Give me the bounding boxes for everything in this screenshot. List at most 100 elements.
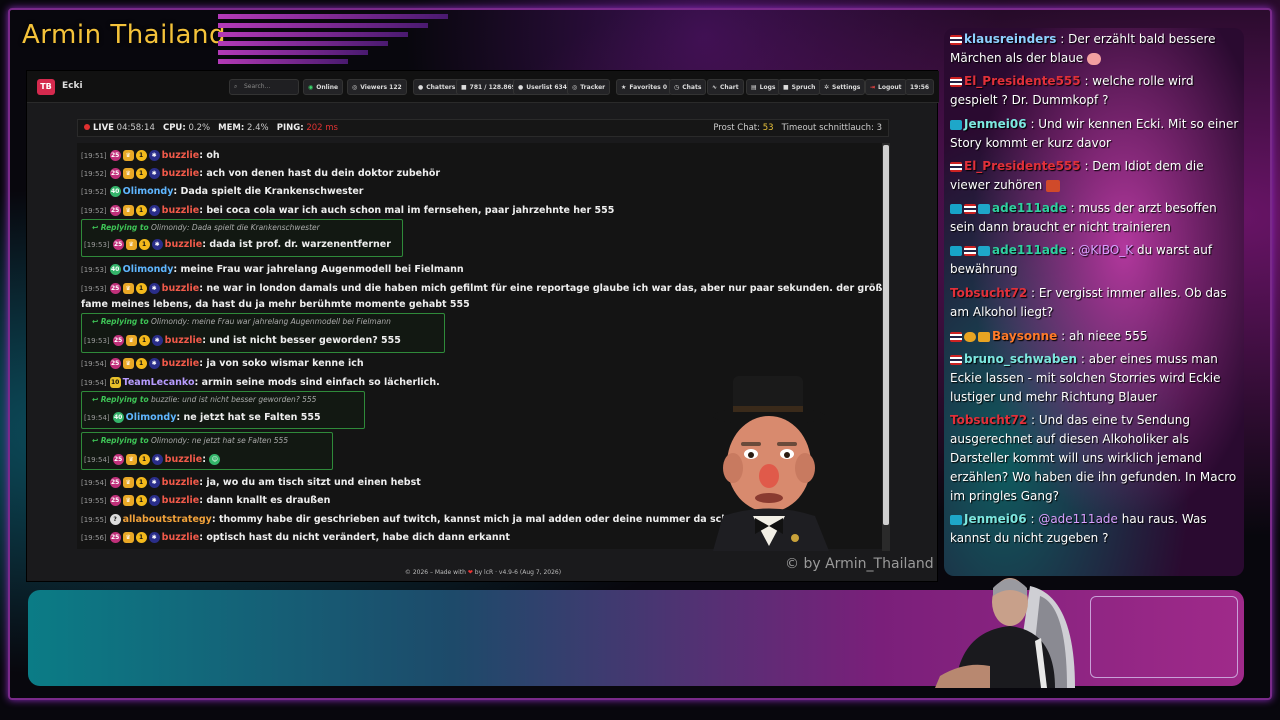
username[interactable]: allaboutstrategy: [123, 514, 212, 525]
chat-message[interactable]: [19:55] 25 ♛ 1 ✱ buzzlie: dann knallt es drau…: [81, 494, 330, 508]
username[interactable]: buzzlie: [162, 168, 200, 179]
app-logo[interactable]: TB: [37, 79, 55, 95]
prost-label: Prost Chat:: [713, 123, 761, 133]
chat-message[interactable]: [19:53] 25 ♛ 1 ✱ buzzlie: und ist nicht besse…: [84, 334, 401, 348]
nav-chart[interactable]: ∿ Chart: [707, 79, 744, 95]
nav-settings[interactable]: ✲ Settings: [819, 79, 866, 95]
cpu-value: 0.2%: [188, 123, 211, 133]
username[interactable]: Olimondy: [123, 186, 174, 197]
chat-message[interactable]: [19:54] 25 ♛ 1 ✱ buzzlie: ja von soko wismar …: [81, 357, 364, 371]
nav-messages[interactable]: ■ 781 / 128.869: [456, 79, 521, 95]
chat-message[interactable]: [19:56] 25 ♛ 1 ✱ buzzlie: optisch hast du nic…: [81, 531, 510, 545]
username[interactable]: Olimondy: [123, 264, 174, 275]
nav-userlist[interactable]: ● Userlist 634: [513, 79, 572, 95]
wifi-icon: ◉: [308, 84, 314, 91]
timestamp: [19:54]: [81, 360, 107, 368]
sub-badge-icon: 10: [109, 377, 121, 388]
nav-online[interactable]: ◉ Online: [303, 79, 344, 95]
reply-context: ↩ Replying to Olimondy: meine Frau war j…: [92, 317, 391, 326]
flag-icon: [964, 203, 976, 214]
sub-badge-icon: 25: [109, 150, 121, 161]
nav-tracker[interactable]: ◎ Tracker: [567, 79, 611, 95]
chat-message-continuation: fame meines lebens, da hast du ja mehr b…: [81, 298, 470, 311]
chat-message[interactable]: [19:53] 40 Olimondy: meine Frau war jahrel…: [81, 263, 464, 277]
gift-badge-icon: 1: [135, 150, 147, 161]
username[interactable]: buzzlie: [162, 358, 200, 369]
chat-message[interactable]: [19:54] 40 Olimondy: ne jetzt hat se Falte…: [84, 411, 321, 425]
heart-icon: ❤: [467, 569, 473, 576]
uk-flag-badge-icon: ✱: [148, 150, 160, 161]
chat-message[interactable]: [19:51] 25 ♛ 1 ✱ buzzlie: oh: [81, 149, 220, 163]
username[interactable]: buzzlie: [162, 477, 200, 488]
message-text: meine Frau war jahrelang Augenmodell bei…: [180, 264, 464, 275]
username[interactable]: TeamLecanko: [123, 377, 195, 388]
username[interactable]: buzzlie: [162, 205, 200, 216]
message-text: optisch hast du nicht verändert, habe di…: [206, 532, 510, 543]
chat-scrollbar[interactable]: [882, 143, 890, 551]
chat-message[interactable]: [19:54] 25 ♛ 1 ✱ buzzlie: ☺: [84, 453, 222, 467]
sub-badge-icon: [950, 514, 962, 525]
gift-badge-icon: 1: [135, 168, 147, 179]
chat-message[interactable]: [19:52] 25 ♛ 1 ✱ buzzlie: ach von denen hast …: [81, 167, 440, 181]
chat-message[interactable]: [19:55]? allaboutstrategy: thommy habe di…: [81, 513, 762, 527]
reply-block[interactable]: ↩ Replying to buzzlie: und ist nicht bes…: [81, 391, 365, 429]
flag-icon: [950, 354, 962, 365]
chat-message[interactable]: [19:53] 25 ♛ 1 ✱ buzzlie: ne war in london da…: [81, 282, 883, 296]
user-icon: ●: [518, 84, 524, 91]
reply-block[interactable]: ↩ Replying to Olimondy: meine Frau war j…: [81, 313, 445, 353]
username[interactable]: Olimondy: [126, 412, 177, 423]
nav-bar: TB Ecki ⌕ Search... ◉ Online ◎ Viewers 122…: [27, 71, 939, 103]
nav-favorites[interactable]: ★ Favorites 0: [616, 79, 673, 95]
gear-icon: ✲: [824, 84, 830, 91]
gift-badge-icon: 1: [138, 239, 150, 250]
nav-spruch[interactable]: ■ Spruch: [778, 79, 821, 95]
username[interactable]: buzzlie: [165, 239, 203, 250]
chat-message[interactable]: [19:54] 25 ♛ 1 ✱ buzzlie: ja, wo du am tisch …: [81, 476, 421, 490]
prost-value: 53: [762, 123, 774, 133]
username[interactable]: buzzlie: [165, 335, 203, 346]
username[interactable]: buzzlie: [162, 283, 200, 294]
stream-chat-message: Jenmei06 : @ade111ade hau raus. Was kann…: [950, 510, 1240, 548]
chat-message[interactable]: [19:53] 25 ♛ 1 ✱ buzzlie: dada ist prof. dr. …: [84, 238, 391, 252]
search-input[interactable]: ⌕ Search...: [229, 79, 299, 95]
chat-message[interactable]: [19:52] 40 Olimondy: Dada spielt die Krank…: [81, 185, 364, 199]
username[interactable]: buzzlie: [162, 495, 200, 506]
nav-chats[interactable]: ◷ Chats: [669, 79, 707, 95]
nav-label: Spruch: [791, 84, 816, 91]
uk-flag-badge-icon: ✱: [151, 239, 163, 250]
reply-icon: ↩: [92, 223, 99, 232]
crown-badge-icon: ♛: [122, 283, 134, 294]
message-text: oh: [206, 150, 220, 161]
timestamp: [19:54]: [81, 479, 107, 487]
nav-logs[interactable]: ▤ Logs: [746, 79, 781, 95]
username[interactable]: buzzlie: [165, 454, 203, 465]
timeout-label: Timeout schnittlauch:: [781, 123, 874, 133]
scrollbar-thumb[interactable]: [883, 145, 889, 525]
timestamp: [19:53]: [84, 337, 110, 345]
reply-block[interactable]: ↩ Replying to Olimondy: Dada spielt die …: [81, 219, 403, 257]
uk-flag-badge-icon: ✱: [148, 495, 160, 506]
reply-block[interactable]: ↩ Replying to Olimondy: ne jetzt hat se …: [81, 432, 333, 470]
live-label: LIVE: [93, 123, 114, 133]
crown-badge-icon: ♛: [122, 477, 134, 488]
quote-icon: ■: [783, 84, 789, 91]
crown-badge-icon: ♛: [122, 532, 134, 543]
history-icon: ◷: [674, 84, 680, 91]
nav-label: Settings: [832, 84, 861, 91]
username: Baysonne: [992, 329, 1058, 343]
nav-label: Logout: [878, 84, 902, 91]
stream-chat-message: Jenmei06 : Und wir kennen Ecki. Mit so e…: [950, 115, 1240, 153]
nav-logout[interactable]: ⇥ Logout: [865, 79, 907, 95]
username[interactable]: buzzlie: [162, 532, 200, 543]
nav-viewers[interactable]: ◎ Viewers 122: [347, 79, 407, 95]
timestamp: [19:54]: [84, 414, 110, 422]
username: Tobsucht72: [950, 413, 1028, 427]
chat-message[interactable]: [19:52] 25 ♛ 1 ✱ buzzlie: bei coca cola war i…: [81, 204, 614, 218]
stream-chat-message: El_Presidente555 : Dem Idiot dem die vie…: [950, 157, 1240, 195]
message-text: dada ist prof. dr. warzenentferner: [209, 239, 391, 250]
chat-message[interactable]: [19:54] 10 TeamLecanko: armin seine mods s…: [81, 376, 440, 390]
reply-context: ↩ Replying to Olimondy: Dada spielt die …: [92, 223, 320, 232]
message-text: ja, wo du am tisch sitzt und einen hebst: [206, 477, 421, 488]
username[interactable]: buzzlie: [162, 150, 200, 161]
timestamp: [19:55]: [81, 516, 107, 524]
